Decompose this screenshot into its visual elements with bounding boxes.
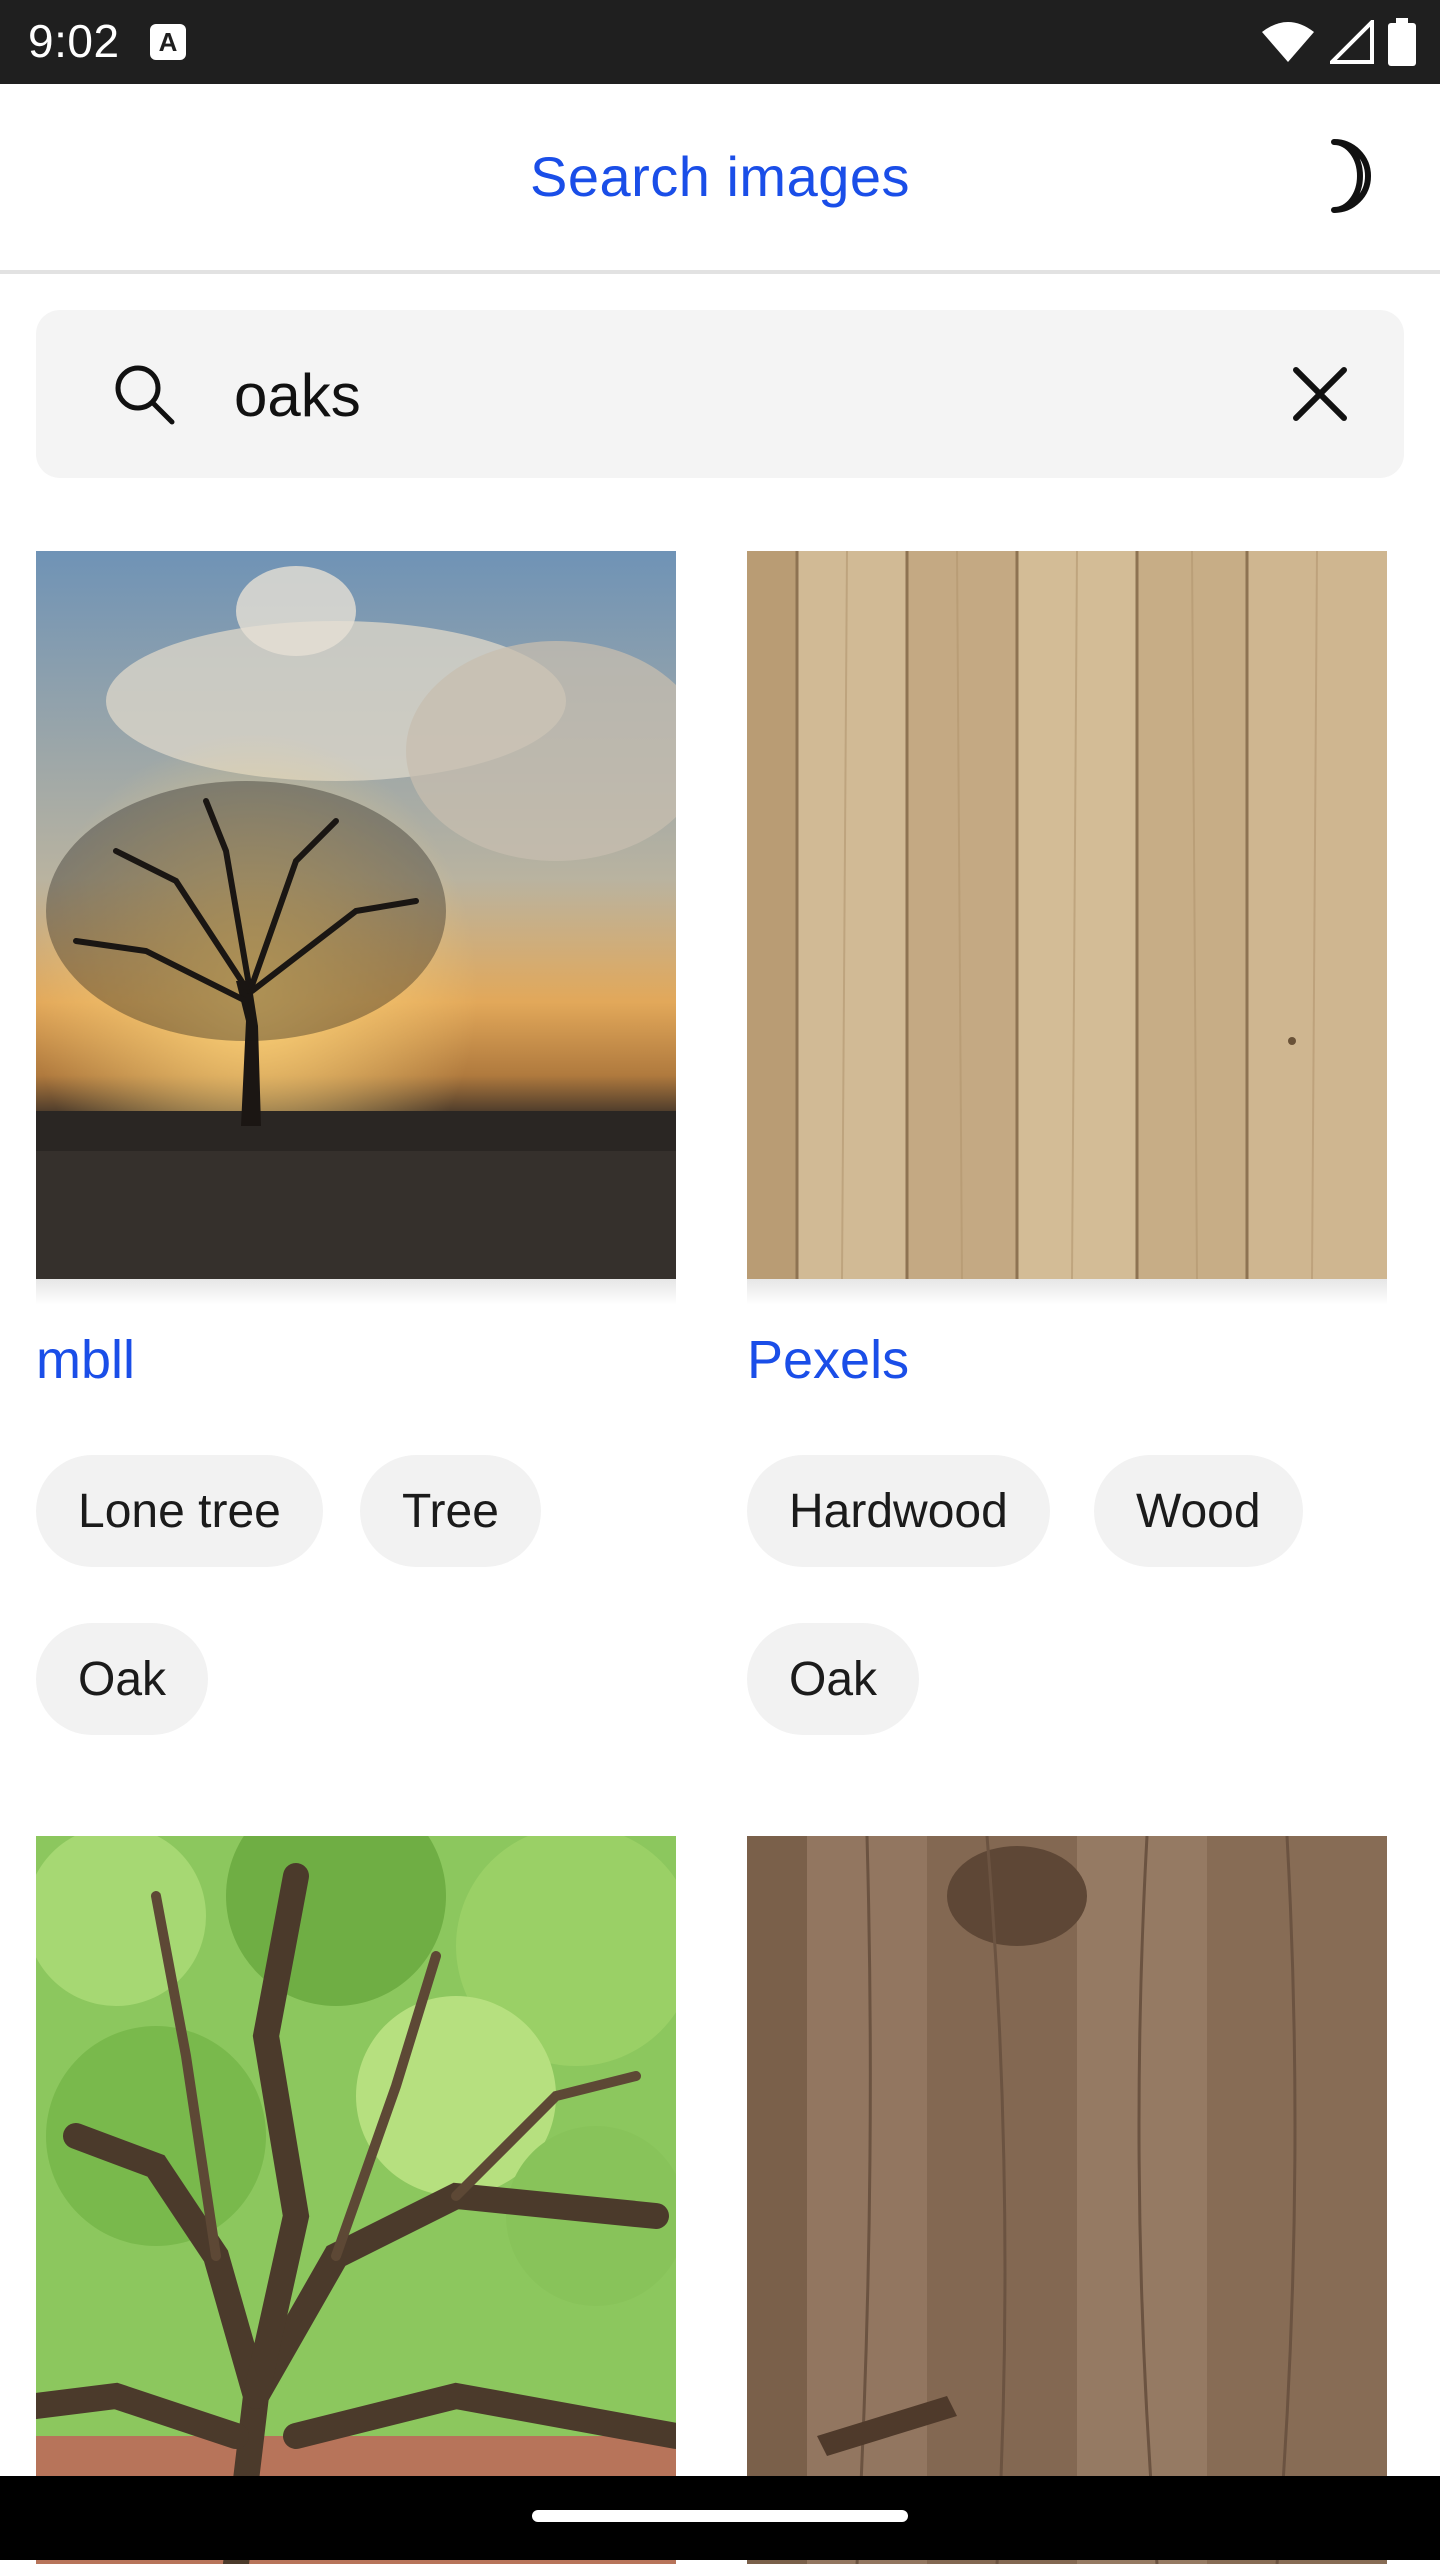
author-link[interactable]: mbll	[36, 1329, 135, 1391]
app-bar: Search images	[0, 84, 1440, 274]
battery-icon	[1388, 18, 1416, 66]
system-nav-bar	[0, 2476, 1440, 2560]
notification-a-icon: A	[150, 24, 186, 60]
result-card: Pexels Hardwood Wood Oak	[747, 551, 1387, 1751]
close-icon[interactable]	[1284, 358, 1356, 430]
result-image-dark-wood[interactable]	[747, 1836, 1387, 2564]
search-input[interactable]	[232, 354, 1256, 436]
result-card: mbll Lone tree Tree Oak	[36, 551, 676, 1751]
tag-chip[interactable]: Wood	[1094, 1455, 1303, 1567]
search-icon	[115, 365, 175, 425]
signal-icon	[1330, 20, 1374, 64]
card-divider	[36, 1279, 676, 1305]
result-image-lone-tree[interactable]	[36, 551, 676, 1279]
page-title: Search images	[529, 145, 910, 208]
home-gesture-handle[interactable]	[532, 2510, 908, 2522]
search-bar	[36, 310, 1404, 478]
result-card	[36, 1836, 676, 2564]
tag-chip[interactable]: Lone tree	[36, 1455, 323, 1567]
result-card	[747, 1836, 1387, 2564]
tag-chip[interactable]: Oak	[747, 1623, 920, 1735]
result-image-green-oak[interactable]	[36, 1836, 676, 2564]
result-image-wood-planks[interactable]	[747, 551, 1387, 1279]
status-icons	[1260, 16, 1416, 68]
status-time: 9:02	[28, 15, 120, 67]
tag-chip[interactable]: Oak	[36, 1623, 209, 1735]
status-bar: 9:02 A	[0, 0, 1440, 84]
card-divider	[747, 1279, 1387, 1305]
moon-icon[interactable]	[1304, 136, 1384, 216]
author-link[interactable]: Pexels	[747, 1329, 909, 1391]
tag-chip[interactable]: Hardwood	[747, 1455, 1050, 1567]
wifi-icon	[1262, 22, 1314, 62]
tag-chip[interactable]: Tree	[360, 1455, 541, 1567]
